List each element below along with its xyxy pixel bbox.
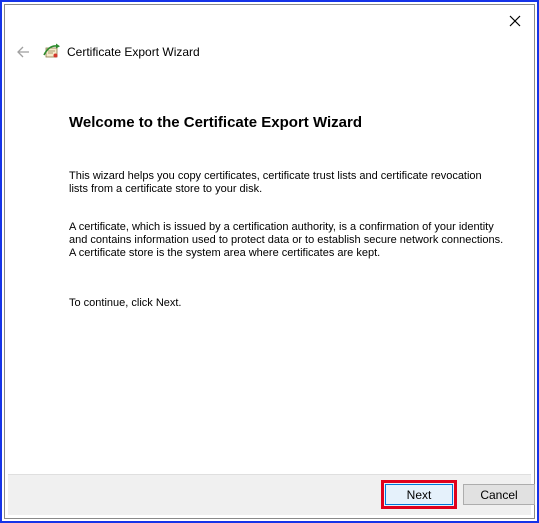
page-heading: Welcome to the Certificate Export Wizard	[69, 114, 362, 131]
button-bar: Next Cancel	[8, 474, 535, 515]
cancel-button[interactable]: Cancel	[463, 484, 535, 505]
next-button-label: Next	[385, 484, 453, 505]
next-button[interactable]: Next	[381, 480, 457, 509]
wizard-title: Certificate Export Wizard	[67, 45, 200, 59]
intro-paragraph: This wizard helps you copy certificates,…	[69, 170, 482, 195]
close-button[interactable]	[504, 10, 526, 32]
close-icon	[509, 15, 521, 27]
continue-instruction: To continue, click Next.	[69, 297, 182, 309]
certificate-wizard-icon	[43, 43, 61, 61]
wizard-header: Certificate Export Wizard	[15, 41, 200, 63]
certificate-info-paragraph: A certificate, which is issued by a cert…	[69, 221, 504, 259]
back-button[interactable]	[15, 44, 31, 60]
wizard-content: Welcome to the Certificate Export Wizard…	[69, 113, 503, 309]
dialog-frame: Certificate Export Wizard Welcome to the…	[4, 4, 535, 519]
wizard-window: Certificate Export Wizard Welcome to the…	[0, 0, 539, 523]
back-arrow-icon	[17, 46, 29, 58]
